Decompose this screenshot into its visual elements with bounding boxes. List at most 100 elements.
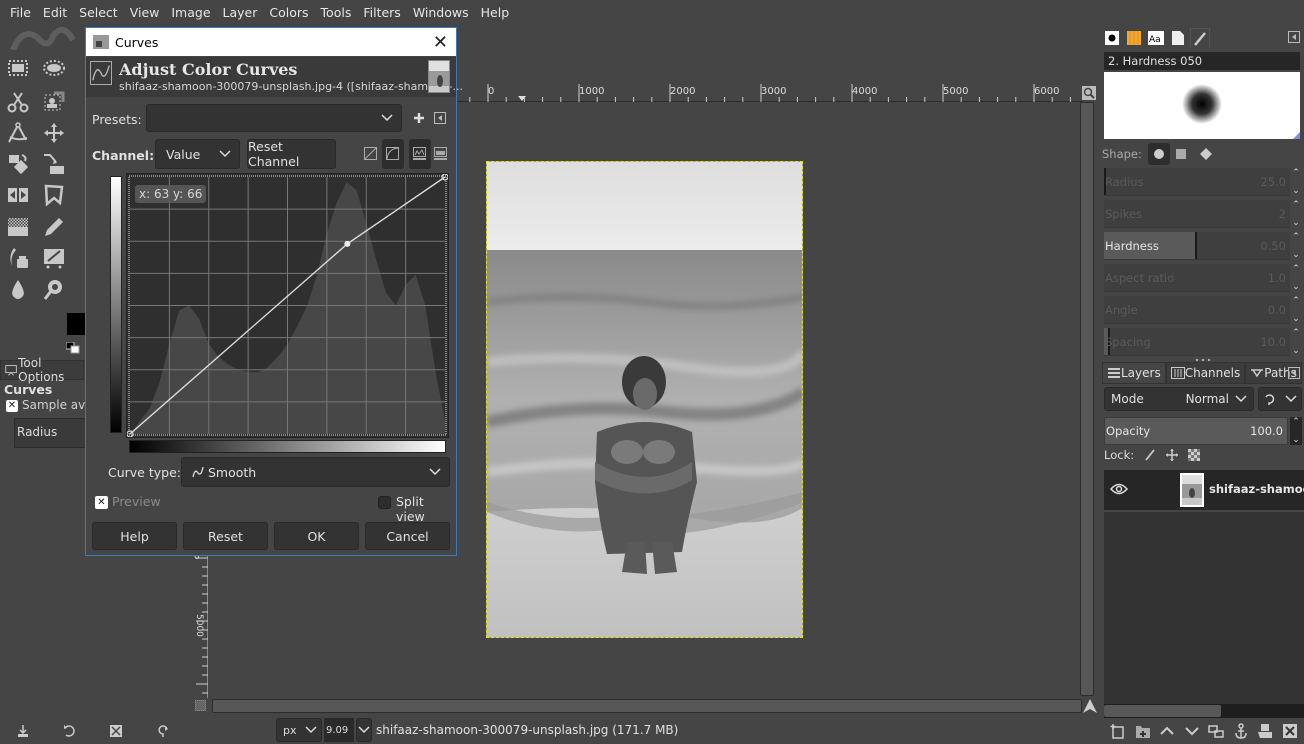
unit-select[interactable]: px bbox=[276, 718, 322, 742]
measure-tool[interactable] bbox=[4, 119, 32, 147]
brush-slider-radius[interactable]: Radius 25.0 bbox=[1104, 168, 1290, 196]
dialog-titlebar[interactable]: Curves ✕ bbox=[86, 28, 456, 56]
slider-spinner[interactable]: ⌃ ⌄ bbox=[1290, 328, 1302, 356]
rect-select-tool[interactable] bbox=[4, 54, 32, 82]
zoom-dropdown[interactable] bbox=[356, 718, 372, 742]
brush-slider-aspect-ratio[interactable]: Aspect ratio 1.0 bbox=[1104, 264, 1290, 292]
canvas-horizontal-scrollbar[interactable] bbox=[212, 699, 1082, 713]
delete-layer-icon[interactable] bbox=[1282, 723, 1298, 739]
menu-select[interactable]: Select bbox=[73, 0, 124, 26]
preset-menu-icon[interactable] bbox=[434, 112, 446, 124]
presets-dropdown[interactable] bbox=[146, 104, 402, 132]
tab-paint-dynamics[interactable] bbox=[1190, 28, 1210, 48]
ok-button[interactable]: OK bbox=[274, 522, 359, 550]
menu-file[interactable]: File bbox=[4, 0, 37, 26]
lower-layer-icon[interactable] bbox=[1184, 723, 1200, 739]
diamond-shape-icon[interactable] bbox=[1199, 148, 1212, 160]
log-histogram-button[interactable] bbox=[382, 139, 404, 169]
foreground-select-tool[interactable] bbox=[40, 88, 68, 116]
flip-tool[interactable] bbox=[4, 181, 32, 209]
tab-patterns[interactable] bbox=[1124, 28, 1144, 48]
horizontal-ruler[interactable]: 0 1000 2000 3000 4000 5000 6000 bbox=[456, 84, 1082, 102]
close-icon[interactable]: ✕ bbox=[433, 32, 448, 53]
layers-dock-menu-icon[interactable] bbox=[1288, 367, 1300, 379]
tool-options-tab[interactable]: Tool Options bbox=[0, 356, 84, 384]
reset-options-icon[interactable] bbox=[155, 723, 171, 739]
transform-tool[interactable] bbox=[4, 150, 32, 178]
linear-histogram-icon[interactable] bbox=[364, 147, 377, 160]
channel-dropdown[interactable]: Value bbox=[155, 139, 240, 169]
dodge-burn-tool[interactable] bbox=[40, 276, 68, 304]
lock-alpha-icon[interactable] bbox=[1188, 449, 1201, 461]
ink-tool[interactable] bbox=[4, 244, 32, 272]
radius-slider[interactable]: Radius bbox=[14, 418, 86, 448]
layer-row[interactable]: shifaaz-shamoo bbox=[1104, 470, 1304, 510]
dock-menu-icon[interactable] bbox=[1288, 31, 1300, 43]
menu-tools[interactable]: Tools bbox=[315, 0, 358, 26]
preview-checkbox[interactable]: ✕ bbox=[95, 496, 108, 509]
reset-channel-button[interactable]: Reset Channel bbox=[247, 139, 336, 169]
histogram-view-button[interactable] bbox=[409, 139, 431, 169]
navigate-icon[interactable] bbox=[1082, 698, 1098, 714]
opacity-slider[interactable]: Opacity 100.0 bbox=[1104, 417, 1288, 445]
histogram-alt-icon[interactable] bbox=[434, 147, 447, 160]
brush-slider-spacing[interactable]: Spacing 10.0 bbox=[1104, 328, 1290, 356]
canvas-vertical-scrollbar[interactable] bbox=[1080, 102, 1094, 696]
opacity-spinner[interactable]: ⌃ ⌄ bbox=[1290, 417, 1302, 445]
zoom-input[interactable]: 9.09 % bbox=[324, 718, 354, 742]
cage-transform-tool[interactable] bbox=[40, 181, 68, 209]
scissors-select-tool[interactable] bbox=[4, 88, 32, 116]
crop-tool[interactable] bbox=[40, 150, 68, 178]
new-layer-icon[interactable] bbox=[1110, 723, 1126, 739]
vertical-ruler[interactable]: 0 5000 bbox=[192, 552, 208, 698]
anchor-layer-icon[interactable] bbox=[1233, 723, 1249, 739]
tab-layers[interactable]: Layers bbox=[1102, 362, 1166, 384]
visibility-eye-icon[interactable] bbox=[1110, 482, 1128, 496]
menu-view[interactable]: View bbox=[124, 0, 166, 26]
default-colors-icon[interactable] bbox=[66, 342, 80, 354]
duplicate-layer-icon[interactable] bbox=[1208, 723, 1224, 739]
tab-channels[interactable]: Channels bbox=[1165, 362, 1246, 384]
menu-windows[interactable]: Windows bbox=[407, 0, 475, 26]
move-tool[interactable] bbox=[40, 119, 68, 147]
slider-spinner[interactable]: ⌃ ⌄ bbox=[1290, 232, 1302, 260]
menu-colors[interactable]: Colors bbox=[263, 0, 314, 26]
split-view-checkbox[interactable] bbox=[378, 496, 391, 509]
curve-graph[interactable] bbox=[126, 173, 449, 438]
menu-help[interactable]: Help bbox=[475, 0, 516, 26]
slider-spinner[interactable]: ⌃ ⌄ bbox=[1290, 200, 1302, 228]
tab-fonts[interactable]: Aa bbox=[1146, 28, 1166, 48]
lock-pixels-icon[interactable] bbox=[1144, 449, 1156, 461]
gradient-tool[interactable] bbox=[4, 213, 32, 241]
brush-slider-hardness[interactable]: Hardness 0.50 bbox=[1104, 232, 1290, 260]
help-button[interactable]: Help bbox=[92, 522, 177, 550]
pencil-tool[interactable] bbox=[40, 213, 68, 241]
zoom-navigate-icon[interactable] bbox=[1082, 86, 1096, 100]
cancel-button[interactable]: Cancel bbox=[365, 522, 450, 550]
image-canvas[interactable] bbox=[486, 161, 803, 638]
foreground-color-swatch[interactable] bbox=[67, 313, 87, 335]
layer-mode-dropdown[interactable]: Mode Normal bbox=[1104, 387, 1254, 411]
slider-spinner[interactable]: ⌃ ⌄ bbox=[1290, 264, 1302, 292]
layers-horizontal-scrollbar[interactable] bbox=[1104, 704, 1304, 718]
sample-average-checkbox[interactable]: ✕ bbox=[6, 400, 18, 412]
quick-mask-toggle[interactable] bbox=[195, 700, 206, 711]
menu-layer[interactable]: Layer bbox=[217, 0, 264, 26]
shape-circle-button[interactable] bbox=[1147, 143, 1170, 165]
raise-layer-icon[interactable] bbox=[1159, 723, 1175, 739]
smudge-blur-tool[interactable] bbox=[4, 276, 32, 304]
menu-image[interactable]: Image bbox=[165, 0, 216, 26]
slider-spinner[interactable]: ⌃ ⌄ bbox=[1290, 168, 1302, 196]
delete-options-icon[interactable] bbox=[108, 723, 124, 739]
tab-document-history[interactable] bbox=[1168, 28, 1188, 48]
mypaint-brush-tool[interactable] bbox=[40, 244, 68, 272]
menu-edit[interactable]: Edit bbox=[37, 0, 73, 26]
layers-scrollbar-thumb[interactable] bbox=[1104, 705, 1221, 717]
reset-button[interactable]: Reset bbox=[183, 522, 268, 550]
add-preset-icon[interactable] bbox=[413, 112, 425, 124]
composite-mode-dropdown[interactable] bbox=[1258, 387, 1302, 411]
brush-slider-angle[interactable]: Angle 0.0 bbox=[1104, 296, 1290, 324]
ellipse-select-tool[interactable] bbox=[40, 54, 68, 82]
layer-mask-icon[interactable] bbox=[1257, 723, 1273, 739]
brush-slider-spikes[interactable]: Spikes 2 bbox=[1104, 200, 1290, 228]
